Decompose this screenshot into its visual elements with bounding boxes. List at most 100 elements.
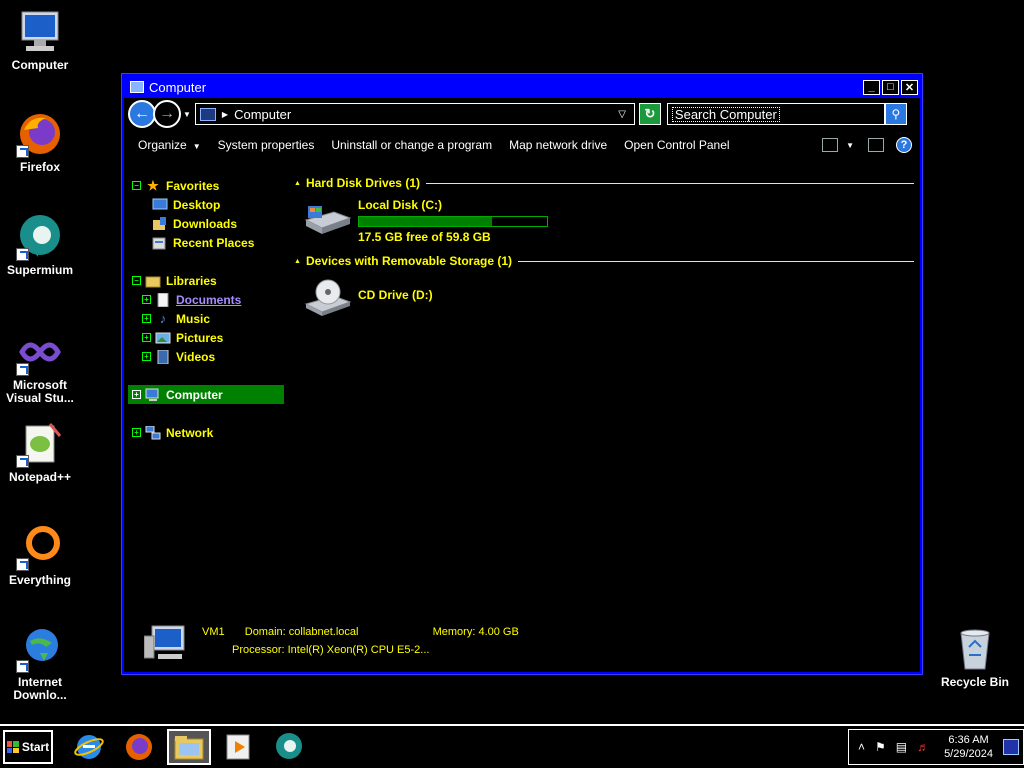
show-hidden-icons-icon[interactable]: ˄ [858, 740, 865, 754]
address-path[interactable]: Computer [234, 107, 618, 122]
show-desktop-icon[interactable] [1003, 739, 1019, 755]
clock-time: 6:36 AM [948, 734, 989, 746]
map-network-drive-button[interactable]: Map network drive [509, 138, 607, 152]
nav-pictures[interactable]: + Pictures [128, 328, 284, 347]
action-center-flag-icon[interactable]: ⚑ [875, 740, 886, 754]
organize-button[interactable]: Organize ▼ [138, 138, 201, 152]
nav-network-label: Network [166, 425, 214, 440]
desktop-icon-label: Recycle Bin [940, 675, 1010, 689]
nav-favorites-label: Favorites [166, 178, 220, 193]
group-header-removable[interactable]: ▲ Devices with Removable Storage (1) [294, 254, 914, 268]
group-title: Devices with Removable Storage (1) [305, 254, 513, 268]
nav-network[interactable]: + Network [128, 423, 284, 442]
computer-name: VM1 [202, 626, 225, 638]
nav-documents[interactable]: + Documents [128, 290, 284, 309]
desktop-icon-computer[interactable]: Computer [0, 8, 80, 72]
expand-icon[interactable]: + [132, 428, 141, 437]
system-properties-button[interactable]: System properties [218, 138, 315, 152]
refresh-button[interactable]: ↻ [638, 103, 661, 125]
taskbar-file-explorer[interactable] [167, 729, 211, 765]
libraries-icon [145, 274, 161, 288]
volume-muted-icon[interactable]: ♬ [917, 740, 929, 754]
forward-button[interactable]: → [153, 100, 181, 128]
desktop-icon-supermium[interactable]: Supermium [0, 213, 80, 277]
title-bar[interactable]: Computer _ □ ✕ [124, 76, 920, 98]
collapse-triangle-icon[interactable]: ▲ [294, 258, 301, 265]
nav-downloads[interactable]: Downloads [128, 214, 284, 233]
desktop-icon-recycle-bin[interactable]: Recycle Bin [935, 625, 1015, 689]
preview-pane-icon[interactable] [868, 138, 884, 152]
nav-recent-places[interactable]: Recent Places [128, 233, 284, 252]
back-button[interactable]: ← [128, 100, 156, 128]
nav-videos[interactable]: + Videos [128, 347, 284, 366]
desktop-icon-firefox[interactable]: Firefox [0, 110, 80, 174]
nav-recent-label: Recent Places [173, 235, 255, 250]
downloads-icon [152, 216, 168, 231]
desktop-icon [152, 198, 168, 212]
details-line-1: VM1 Domain: collabnet.local Memory: 4.00… [202, 626, 519, 638]
drive-cd-d[interactable]: CD Drive (D:) [304, 278, 914, 318]
search-input[interactable]: Search Computer [666, 103, 885, 125]
firefox-icon [126, 734, 152, 760]
documents-icon [155, 292, 171, 307]
minimize-button[interactable]: _ [863, 79, 880, 95]
expand-icon[interactable]: + [142, 314, 151, 323]
chevron-right-icon[interactable]: ▶ [222, 110, 228, 119]
drive-usage-bar [358, 216, 548, 227]
clock[interactable]: 6:36 AM 5/29/2024 [944, 733, 993, 761]
desktop-icon-visual-studio[interactable]: Microsoft Visual Stu... [0, 328, 80, 405]
drive-local-disk-c[interactable]: Local Disk (C:) 17.5 GB free of 59.8 GB [304, 198, 914, 244]
collapse-icon[interactable]: − [132, 181, 141, 190]
uninstall-program-button[interactable]: Uninstall or change a program [331, 138, 492, 152]
taskbar-internet-explorer[interactable] [67, 729, 111, 765]
maximize-button[interactable]: □ [882, 79, 899, 95]
taskbar-firefox[interactable] [117, 729, 161, 765]
desktop-icon-notepadpp[interactable]: Notepad++ [0, 420, 80, 484]
open-control-panel-button[interactable]: Open Control Panel [624, 138, 729, 152]
collapse-icon[interactable]: − [132, 276, 141, 285]
change-view-icon[interactable] [822, 138, 839, 152]
expand-icon[interactable]: + [132, 390, 141, 399]
expand-icon[interactable]: + [142, 295, 151, 304]
desktop-icon-internet-download[interactable]: Internet Downlo... [0, 625, 80, 702]
drive-free-space: 17.5 GB free of 59.8 GB [358, 230, 491, 244]
pictures-icon [155, 331, 171, 345]
nav-desktop[interactable]: Desktop [128, 195, 284, 214]
group-header-hard-disk[interactable]: ▲ Hard Disk Drives (1) [294, 176, 914, 190]
drive-name: CD Drive (D:) [358, 288, 433, 302]
nav-favorites[interactable]: − ★ Favorites [128, 176, 284, 195]
nav-libraries[interactable]: − Libraries [128, 271, 284, 290]
chevron-down-icon: ▼ [192, 142, 201, 151]
address-bar[interactable]: ▶ Computer ▽ [194, 103, 635, 125]
network-status-icon[interactable]: ▤ [896, 740, 907, 754]
computer-icon [16, 8, 64, 56]
chevron-down-icon[interactable]: ▼ [846, 141, 854, 150]
nav-music-label: Music [176, 311, 211, 326]
help-button[interactable]: ? [896, 137, 912, 153]
media-player-icon [226, 734, 250, 760]
search-icon[interactable]: ⚲ [884, 103, 907, 125]
expand-icon[interactable]: + [142, 333, 151, 342]
desktop-icon-label: Microsoft Visual Stu... [6, 378, 74, 405]
expand-icon[interactable]: + [142, 352, 151, 361]
content-pane: ▲ Hard Disk Drives (1) Local Disk (C:) 1… [294, 176, 914, 318]
nav-libraries-label: Libraries [166, 273, 217, 288]
search-placeholder: Search Computer [671, 106, 780, 122]
start-button[interactable]: Start [3, 730, 53, 764]
music-icon: ♪ [159, 311, 167, 326]
computer-icon [199, 107, 216, 121]
collapse-triangle-icon[interactable]: ▲ [294, 180, 301, 187]
taskbar-supermium[interactable] [267, 729, 311, 765]
taskbar-media-player[interactable] [217, 729, 261, 765]
recycle-bin-icon [951, 625, 999, 673]
nav-computer[interactable]: + Computer [128, 385, 284, 404]
nav-music[interactable]: + ♪ Music [128, 309, 284, 328]
folder-icon [174, 736, 204, 760]
history-dropdown-icon[interactable]: ▼ [183, 110, 191, 119]
desktop-icon-everything[interactable]: Everything [0, 523, 80, 587]
hard-disk-icon [304, 198, 352, 238]
group-divider [518, 260, 914, 262]
close-button[interactable]: ✕ [901, 79, 918, 95]
processor-value: Processor: Intel(R) Xeon(R) CPU E5-2... [232, 644, 430, 656]
chevron-down-icon[interactable]: ▽ [618, 109, 626, 120]
